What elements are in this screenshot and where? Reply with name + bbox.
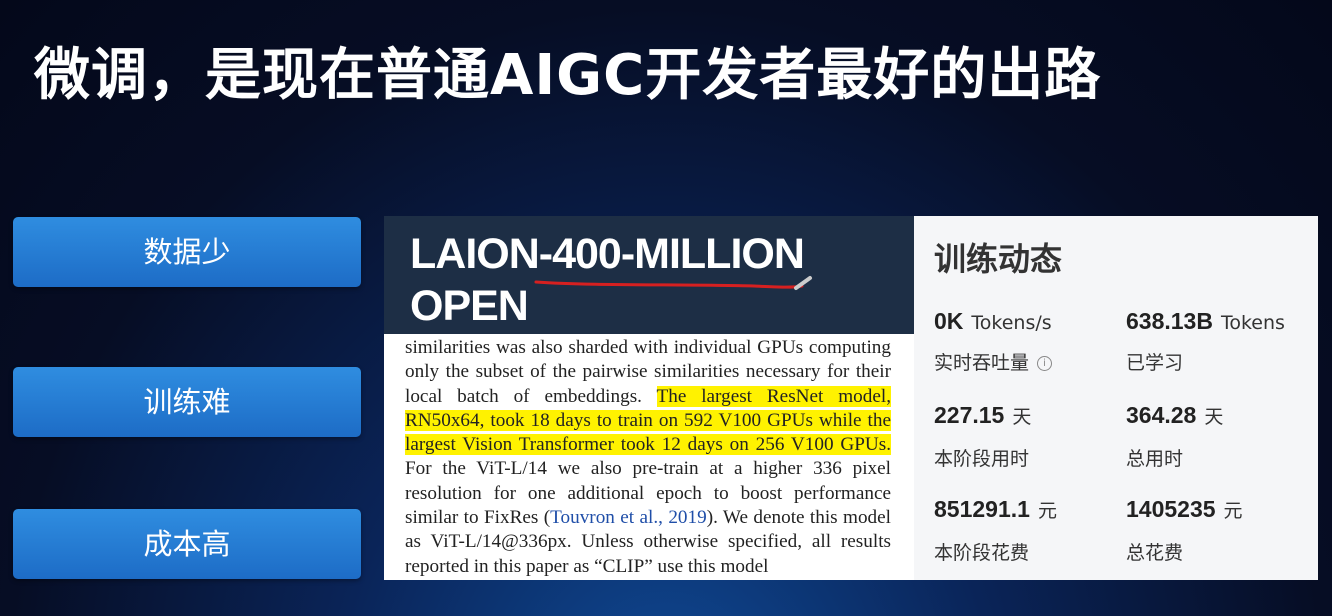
- button-training-hard[interactable]: 训练难: [13, 367, 361, 437]
- stat-stage-time-value: 227.15 天: [934, 402, 1031, 429]
- stat-throughput-label: 实时吞吐量 i: [934, 348, 1053, 375]
- stat-value-number: 227.15: [934, 402, 1005, 428]
- stat-label-text: 实时吞吐量: [934, 352, 1030, 374]
- stat-value-unit: 天: [1204, 406, 1224, 428]
- training-stats-card: 训练动态 0K Tokens/s 实时吞吐量 i 638.13B Tokens 已学习…: [914, 216, 1318, 580]
- info-circle-icon[interactable]: i: [1037, 356, 1053, 371]
- button-data-scarce[interactable]: 数据少: [13, 217, 361, 287]
- stat-total-time-label: 总用时: [1126, 448, 1184, 470]
- stat-total-cost-label: 总花费: [1126, 542, 1184, 564]
- stat-stage-time-label: 本阶段用时: [934, 448, 1030, 470]
- paper-body-text: similarities was also sharded with indiv…: [405, 336, 891, 579]
- button-cost-high[interactable]: 成本高: [13, 509, 361, 579]
- red-underline-annotation: [534, 276, 812, 290]
- stat-value-unit: 元: [1037, 500, 1057, 522]
- stat-stage-cost-value: 851291.1 元: [934, 496, 1057, 523]
- stat-stage-cost-label: 本阶段花费: [934, 542, 1030, 564]
- stat-value-number: 364.28: [1126, 402, 1197, 428]
- stats-title: 训练动态: [934, 240, 1063, 278]
- stat-throughput-value: 0K Tokens/s: [934, 308, 1052, 335]
- stat-value-unit: 元: [1223, 500, 1243, 522]
- paper-citation-link[interactable]: Touvron et al., 2019: [550, 507, 707, 528]
- slide-title: 微调，是现在普通AIGC开发者最好的出路: [34, 43, 1102, 108]
- stat-total-cost-value: 1405235 元: [1126, 496, 1243, 523]
- stat-value-number: 851291.1: [934, 496, 1030, 522]
- stat-learned-value: 638.13B Tokens: [1126, 308, 1285, 335]
- stat-value-number: 1405235: [1126, 496, 1216, 522]
- stat-value-unit: Tokens: [1220, 312, 1285, 334]
- stat-total-time-value: 364.28 天: [1126, 402, 1223, 429]
- stat-value-number: 0K: [934, 308, 964, 334]
- stat-learned-label: 已学习: [1126, 352, 1184, 374]
- stat-value-unit: 天: [1012, 406, 1032, 428]
- paper-excerpt-card: LAION-400-MILLION OPEN DATASET similarit…: [384, 216, 914, 580]
- stat-value-number: 638.13B: [1126, 308, 1213, 334]
- paper-header: LAION-400-MILLION OPEN DATASET: [384, 216, 914, 382]
- stat-value-unit: Tokens/s: [971, 312, 1052, 334]
